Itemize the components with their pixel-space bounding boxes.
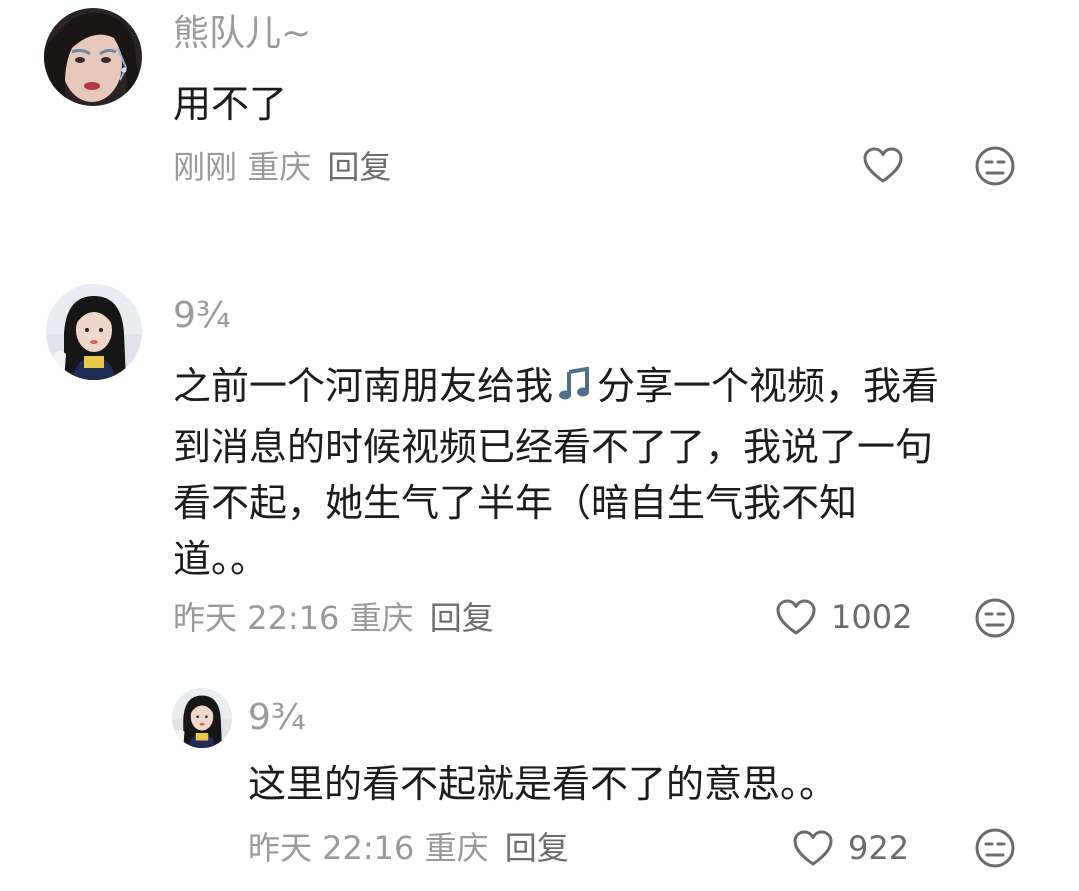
comment-meta: 昨天 22:16 重庆 回复 bbox=[248, 828, 569, 868]
comment-text-segment: 之前一个河南朋友给我 bbox=[173, 364, 554, 408]
comment-text-segment: 分享一个视频，我看 bbox=[597, 364, 940, 408]
comment-item: 熊队儿~ 用不了 刚刚 重庆 回复 bbox=[0, 0, 1079, 230]
like-button[interactable]: 922 bbox=[792, 828, 909, 868]
username[interactable]: 熊队儿~ bbox=[173, 14, 311, 54]
comment-text-line: 之前一个河南朋友给我 分享一个视频，我看 bbox=[173, 358, 939, 419]
unamused-face-icon bbox=[975, 598, 1015, 638]
comment-item: 9¾ 之前一个河南朋友给我 分享一个视频，我看 到消息的时候视频已经看不了了，我说… bbox=[0, 270, 1079, 660]
like-count: 922 bbox=[848, 829, 910, 867]
comment-text-line: 看不起，她生气了半年（暗自生气我不知 bbox=[173, 481, 858, 525]
music-note-icon bbox=[555, 363, 595, 419]
comment-text-line: 道。。 bbox=[173, 537, 269, 581]
dislike-button[interactable] bbox=[974, 827, 1016, 869]
heart-icon bbox=[793, 830, 833, 866]
avatar-image bbox=[172, 688, 232, 748]
like-count: 1002 bbox=[831, 598, 913, 636]
comment-content: 用不了 bbox=[173, 76, 287, 132]
reply-button[interactable]: 回复 bbox=[327, 148, 391, 186]
comment-location: 重庆 bbox=[247, 148, 312, 186]
avatar[interactable] bbox=[46, 284, 142, 380]
comment-content: 这里的看不起就是看不了的意思。。 bbox=[248, 756, 837, 812]
comment-time: 昨天 22:16 bbox=[248, 829, 415, 867]
avatar-image bbox=[44, 8, 142, 106]
comment-time: 刚刚 bbox=[173, 148, 238, 186]
unamused-face-icon bbox=[975, 146, 1015, 186]
dislike-button[interactable] bbox=[974, 597, 1016, 639]
comment-text-line: 到消息的时候视频已经看不了了，我说了一句 bbox=[173, 425, 934, 469]
like-button[interactable]: 1002 bbox=[775, 597, 912, 637]
reply-comment-item: 9¾ 这里的看不起就是看不了的意思。。 昨天 22:16 重庆 回复 922 bbox=[0, 680, 1079, 891]
username[interactable]: 9¾ bbox=[248, 698, 306, 738]
comment-location: 重庆 bbox=[349, 599, 414, 637]
comment-text-line: 用不了 bbox=[173, 82, 288, 126]
heart-icon bbox=[863, 147, 903, 183]
comment-text-line: 这里的看不起就是看不了的意思。。 bbox=[248, 762, 838, 806]
unamused-face-icon bbox=[975, 828, 1015, 868]
heart-icon bbox=[776, 599, 816, 635]
comment-meta: 昨天 22:16 重庆 回复 bbox=[173, 598, 494, 638]
username[interactable]: 9¾ bbox=[173, 296, 231, 336]
reply-button[interactable]: 回复 bbox=[505, 829, 569, 867]
comment-content: 之前一个河南朋友给我 分享一个视频，我看 到消息的时候视频已经看不了了，我说了一句… bbox=[173, 358, 939, 587]
comment-location: 重庆 bbox=[424, 829, 489, 867]
comment-time: 昨天 22:16 bbox=[173, 599, 340, 637]
avatar-image bbox=[46, 284, 142, 380]
avatar[interactable] bbox=[44, 8, 142, 106]
reply-button[interactable]: 回复 bbox=[430, 599, 494, 637]
avatar[interactable] bbox=[172, 688, 232, 748]
like-button[interactable] bbox=[862, 146, 904, 184]
dislike-button[interactable] bbox=[974, 145, 1016, 187]
comment-meta: 刚刚 重庆 回复 bbox=[173, 147, 391, 187]
